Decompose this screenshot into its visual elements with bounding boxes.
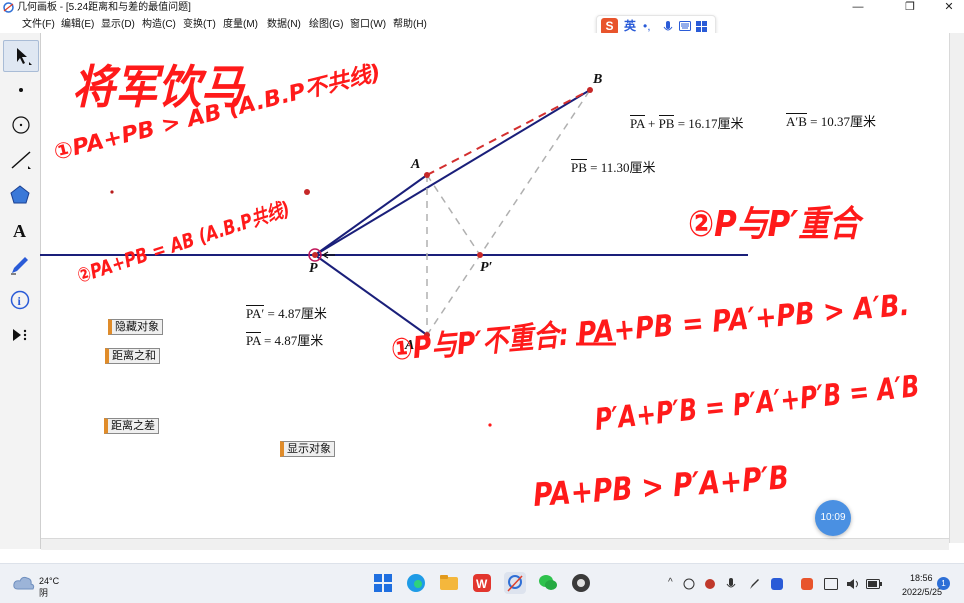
start-icon[interactable] <box>372 572 394 594</box>
tray-network-icon[interactable] <box>683 578 695 590</box>
sketchpad-app-icon[interactable] <box>504 572 526 594</box>
taskbar: 24°C 阴 W ^ 18:56 2022/5/25 1 <box>0 563 964 603</box>
clock-date[interactable]: 2022/5/25 <box>902 587 942 598</box>
ink-dot <box>488 423 492 427</box>
file-explorer-icon[interactable] <box>438 572 460 594</box>
cloud-icon[interactable] <box>13 575 35 591</box>
ink-line2: ②PA+PB = AB (A.B.P共线) <box>74 196 293 287</box>
tray-expand-icon[interactable]: ^ <box>668 577 673 588</box>
notification-badge[interactable]: 1 <box>937 577 950 590</box>
ink-line7: PA+PB > P′A+P′B <box>532 458 790 514</box>
wechat-icon[interactable] <box>537 572 559 594</box>
weather-condition[interactable]: 阴 <box>39 588 48 599</box>
tray-volume-icon[interactable] <box>846 578 860 590</box>
tray-keyboard-icon[interactable] <box>824 578 838 590</box>
clock-time[interactable]: 18:56 <box>910 573 933 584</box>
wps-office-icon[interactable]: W <box>471 572 493 594</box>
tray-pen-icon[interactable] <box>748 577 760 591</box>
tray-battery-icon[interactable] <box>866 579 882 589</box>
tray-app-icon[interactable] <box>770 577 784 591</box>
tray-mic-icon[interactable] <box>726 577 736 591</box>
edge-browser-icon[interactable] <box>405 572 427 594</box>
ink-line4: ①P与P′不重合: PA+PB = PA′+PB > A′B. <box>390 288 911 368</box>
tray-security-icon[interactable] <box>704 578 716 590</box>
media-app-icon[interactable] <box>570 572 592 594</box>
floating-clock-button[interactable]: 10:09 <box>815 500 851 536</box>
ink-line5: P′A+P′B = P′A′+P′B = A′B <box>593 369 921 438</box>
tray-ime-icon[interactable] <box>800 577 814 591</box>
weather-temperature[interactable]: 24°C <box>39 576 59 587</box>
ink-line3: ②P与P′重合 <box>688 204 864 245</box>
svg-text:W: W <box>476 577 488 591</box>
